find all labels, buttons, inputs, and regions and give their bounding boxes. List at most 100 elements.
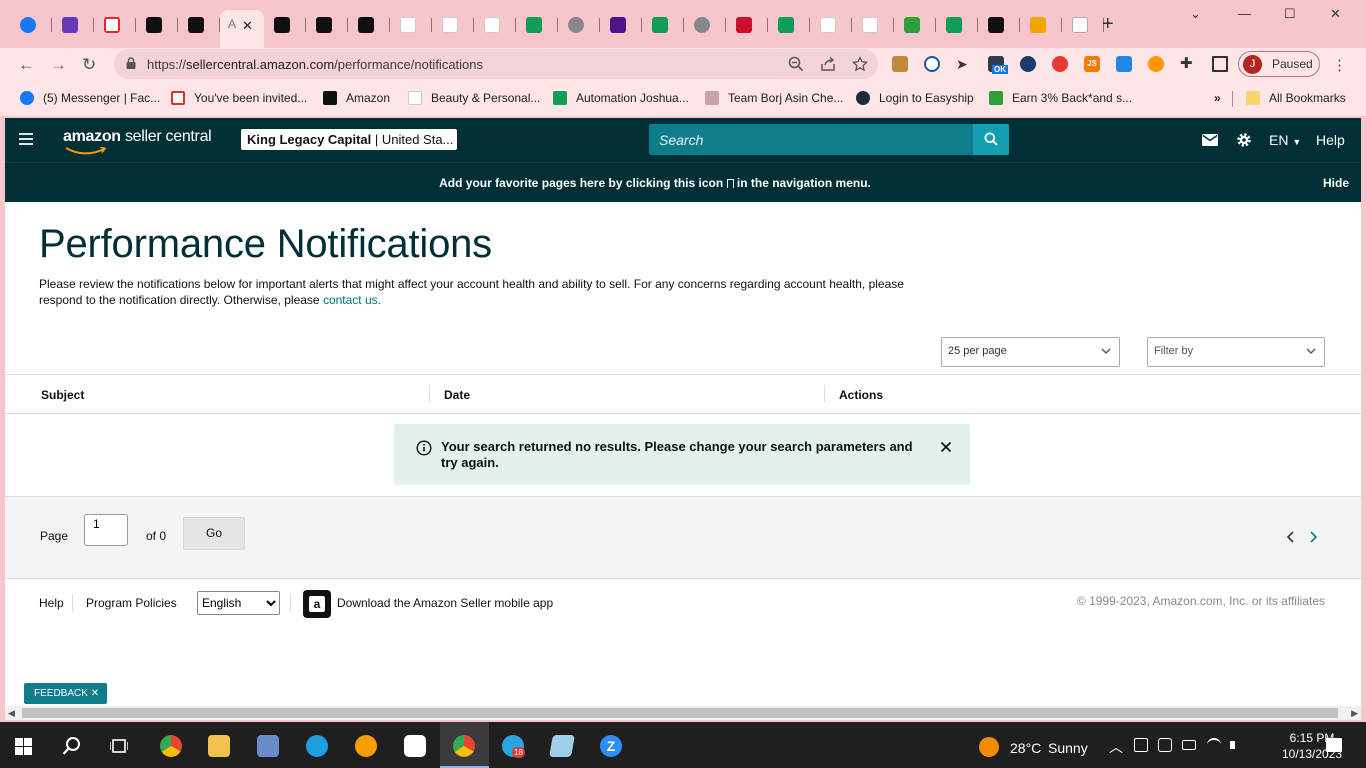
share-icon[interactable] [820,56,836,72]
tab-wave[interactable] [1062,10,1104,40]
tab-globe-2[interactable] [684,10,726,40]
more-bookmarks-chevron-icon[interactable]: » [1214,91,1221,105]
footer-help-link[interactable]: Help [39,596,64,610]
notes-app-icon[interactable] [549,735,575,757]
scroll-left-icon[interactable]: ◀ [8,708,15,719]
new-tab-button[interactable]: + [1102,14,1114,34]
tab-forms[interactable] [52,10,94,40]
scroll-right-icon[interactable]: ▶ [1351,708,1358,719]
bookmark-item[interactable]: Login to Easyship [856,91,974,105]
gear-icon[interactable] [1236,132,1252,148]
bookmark-item[interactable]: Earn 3% Back*and s... [989,91,1132,105]
telegram-icon[interactable]: 18 [502,735,525,758]
tab-amazon-5[interactable] [348,10,390,40]
tab-amazon-4[interactable] [306,10,348,40]
zoom-icon[interactable] [788,56,804,72]
tab-globe-1[interactable] [558,10,600,40]
tab-amazon-3[interactable] [264,10,306,40]
contact-us-link[interactable]: contact us. [323,293,381,307]
bookmark-item[interactable]: Automation Joshua... [553,91,689,105]
tab-sheets-2[interactable] [642,10,684,40]
file-explorer-icon[interactable] [208,735,230,757]
bookmark-item[interactable]: (5) Messenger | Fac... [20,91,160,105]
tab-pen[interactable] [1020,10,1062,40]
page-number-input[interactable] [84,514,128,546]
tab-amazon-smile-4[interactable] [810,10,852,40]
browser-menu-icon[interactable]: ⋮ [1332,56,1347,74]
extension-cursor-icon[interactable]: ➤ [956,56,972,72]
battery-icon[interactable] [1182,740,1196,750]
bookmark-item[interactable]: Beauty & Personal... [408,91,540,105]
tab-fedex[interactable] [600,10,642,40]
reload-icon[interactable]: ↻ [82,55,96,75]
tab-amazon-6[interactable] [978,10,1020,40]
feedback-button[interactable]: FEEDBACK ✕ [24,683,107,704]
tab-amazon-smile-1[interactable] [390,10,432,40]
bookmark-star-icon[interactable] [852,56,868,72]
url-text[interactable]: https://sellercentral.amazon.com/perform… [147,57,483,72]
tab-facebook[interactable] [10,10,52,40]
next-page-icon[interactable] [1308,531,1318,543]
per-page-select[interactable]: 25 per page [941,337,1120,367]
bookmark-item[interactable]: You've been invited... [171,91,307,105]
hide-banner-link[interactable]: Hide [1323,176,1349,190]
chrome-icon[interactable] [160,735,182,757]
tab-sheets-1[interactable] [516,10,558,40]
footer-language-select[interactable]: English [197,591,280,615]
slack-icon[interactable] [404,735,426,757]
search-button[interactable] [973,124,1009,155]
vpn-shield-icon[interactable] [355,735,377,757]
edge-icon[interactable] [306,735,328,757]
tab-active-seller-central[interactable]: A ✕ [220,10,264,48]
filter-by-select[interactable]: Filter by [1147,337,1325,367]
app-download-link[interactable]: Download the Amazon Seller mobile app [337,596,553,610]
meet-now-icon[interactable] [1134,738,1148,752]
task-view-icon[interactable] [110,737,128,755]
extensions-puzzle-icon[interactable]: ✚ [1180,56,1196,72]
scrollbar-thumb[interactable] [22,708,1338,718]
close-window-button[interactable]: ✕ [1330,6,1341,22]
tab-sheets-4[interactable] [936,10,978,40]
close-icon[interactable] [940,441,952,453]
account-switcher[interactable]: King Legacy Capital | United Sta... [241,129,457,150]
extension-orange-circle-icon[interactable] [1148,56,1164,72]
previous-page-icon[interactable] [1286,531,1296,543]
bookmark-item[interactable]: Team Borj Asin Che... [705,91,843,105]
column-date[interactable]: Date [444,388,470,402]
network-app-icon[interactable] [257,735,279,757]
notifications-icon[interactable] [1326,738,1342,752]
extension-bag-icon[interactable] [892,56,908,72]
side-panel-icon[interactable] [1212,56,1228,72]
tab-amazon-smile-3[interactable] [474,10,516,40]
column-subject[interactable]: Subject [41,388,84,402]
tab-leaf[interactable] [894,10,936,40]
amazon-seller-central-logo[interactable]: amazon seller central [63,128,212,155]
forward-arrow-icon[interactable]: → [50,55,67,75]
extension-ok-icon[interactable]: OK [988,56,1008,74]
address-bar[interactable]: https://sellercentral.amazon.com/perform… [114,49,878,79]
weather-temp[interactable]: 28°C [1010,740,1041,756]
language-selector[interactable]: EN ▼ [1269,132,1301,148]
minimize-button[interactable]: — [1238,6,1251,21]
weather-desc[interactable]: Sunny [1048,740,1088,756]
tab-search-chevron-icon[interactable]: ⌄ [1190,6,1201,22]
amazon-app-icon[interactable]: a [303,590,331,618]
tab-triangle[interactable] [726,10,768,40]
mail-icon[interactable] [1202,134,1218,146]
tab-sheets-3[interactable] [768,10,810,40]
maximize-button[interactable]: ☐ [1284,6,1296,22]
windows-start-icon[interactable] [15,738,32,755]
tab-amazon-smile-2[interactable] [432,10,474,40]
chrome-profile-icon[interactable] [453,735,475,757]
help-link[interactable]: Help [1316,132,1345,148]
extension-pokeball-icon[interactable] [1052,56,1068,72]
tab-amazon-smile-5[interactable] [852,10,894,40]
column-actions[interactable]: Actions [839,388,883,402]
profile-button[interactable]: J Paused [1238,51,1320,77]
zoom-app-icon[interactable]: Z [600,735,622,757]
tab-amazon-2[interactable] [178,10,220,40]
go-button[interactable]: Go [183,517,245,550]
all-bookmarks-button[interactable]: All Bookmarks [1246,91,1346,105]
extension-fba-icon[interactable] [1116,56,1132,72]
program-policies-link[interactable]: Program Policies [86,596,177,610]
